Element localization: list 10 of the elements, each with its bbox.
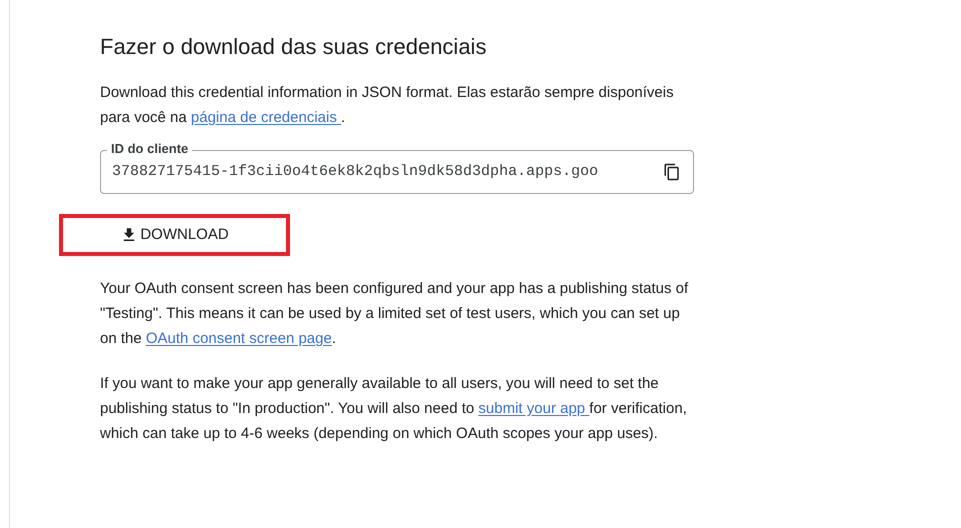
page-heading: Fazer o download das suas credenciais: [100, 33, 488, 61]
info-paragraph: If you want to make your app generally available to all users, you will need to set the publishing status to "In production". You will also need to submit your app for verification, which can take up to 4-6 weeks (depending on which OAuth scopes your app uses).: [100, 374, 688, 444]
copy-icon[interactable]: [663, 163, 681, 181]
download-button[interactable]: DOWNLOAD: [112, 220, 237, 250]
link[interactable]: submit your app: [478, 400, 590, 417]
link[interactable]: página de credenciais: [190, 109, 342, 126]
client-id-value: 378827175415-1f3cii0o4t6ek8k2qbsln9dk58d3dpha.apps.goo: [112, 162, 600, 182]
link[interactable]: OAuth consent screen page: [146, 330, 332, 347]
info-paragraph: Your OAuth consent screen has been configured and your app has a publishing status of "Testing". This means it can be used by a limited set of test users, which you can set up on the OAuth consent screen page.: [100, 279, 690, 349]
intro-paragraph: Download this credential information in JSON format. Elas estarão sempre disponíveis para você na página de credenciais .: [100, 83, 675, 128]
